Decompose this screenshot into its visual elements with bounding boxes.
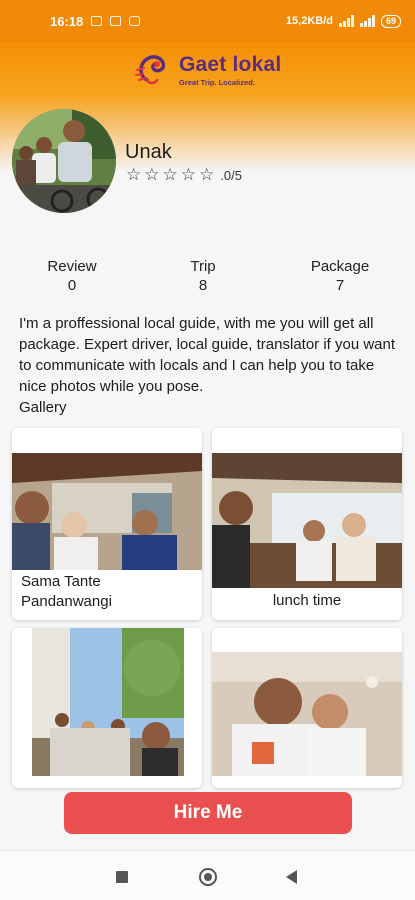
gallery-photo (12, 453, 202, 573)
status-right: 15,2KB/d 69 (285, 14, 401, 28)
rating: ☆ ☆ ☆ ☆ ☆ .0/5 (126, 166, 242, 184)
logo-mark-icon (133, 50, 173, 90)
hire-me-button[interactable]: Hire Me (64, 792, 352, 834)
star-icon: ☆ (126, 165, 142, 184)
star-icon: ☆ (144, 165, 160, 184)
status-bar: 16:18 15,2KB/d 69 (0, 0, 415, 42)
instagram-icon (129, 16, 141, 26)
avatar (12, 109, 116, 213)
status-left: 16:18 (50, 13, 141, 29)
guide-name: Unak (125, 141, 172, 163)
stat-package: Package 7 (304, 258, 376, 294)
stat-label: Trip (190, 258, 216, 275)
stat-value: 0 (67, 277, 77, 294)
guide-bio: I'm a proffessional local guide, with me… (19, 315, 396, 395)
logo-title: Gaet lokal (179, 52, 282, 76)
gallery-caption: lunch time (212, 588, 402, 620)
gallery-caption: Sama Tante Pandanwangi (12, 570, 202, 620)
status-time: 16:18 (50, 13, 84, 29)
gallery-title: Gallery (19, 399, 67, 416)
system-nav-bar (0, 850, 415, 900)
signal-icon (359, 15, 375, 27)
stat-label: Review (47, 258, 97, 275)
gallery-photo (32, 628, 184, 776)
star-icon: ☆ (162, 165, 178, 184)
stat-label: Package (310, 258, 370, 275)
stat-review: Review 0 (44, 258, 100, 294)
network-speed: 15,2KB/d (285, 15, 333, 27)
gallery-item[interactable] (212, 628, 402, 788)
stat-value: 7 (335, 277, 345, 294)
gallery-photo (212, 652, 402, 776)
notification-icon (110, 16, 122, 26)
gallery-item[interactable]: lunch time (212, 428, 402, 620)
logo-tagline: Great Trip. Localized. (179, 77, 255, 87)
battery-icon: 69 (380, 14, 401, 28)
app-logo: Gaet lokal Great Trip. Localized. (133, 50, 281, 90)
gallery-item[interactable] (12, 628, 202, 788)
stat-trip: Trip 8 (180, 258, 226, 294)
star-icon: ☆ (180, 165, 196, 184)
recent-apps-icon[interactable] (116, 871, 128, 883)
rating-text: .0/5 (220, 167, 242, 183)
star-icon: ☆ (199, 165, 215, 184)
home-icon[interactable] (199, 868, 217, 886)
stat-value: 8 (198, 277, 208, 294)
gallery-photo (212, 453, 402, 593)
back-icon[interactable] (286, 870, 297, 884)
notification-icon (91, 16, 103, 26)
gallery-item[interactable]: Sama Tante Pandanwangi (12, 428, 202, 620)
signal-icon (338, 15, 354, 27)
